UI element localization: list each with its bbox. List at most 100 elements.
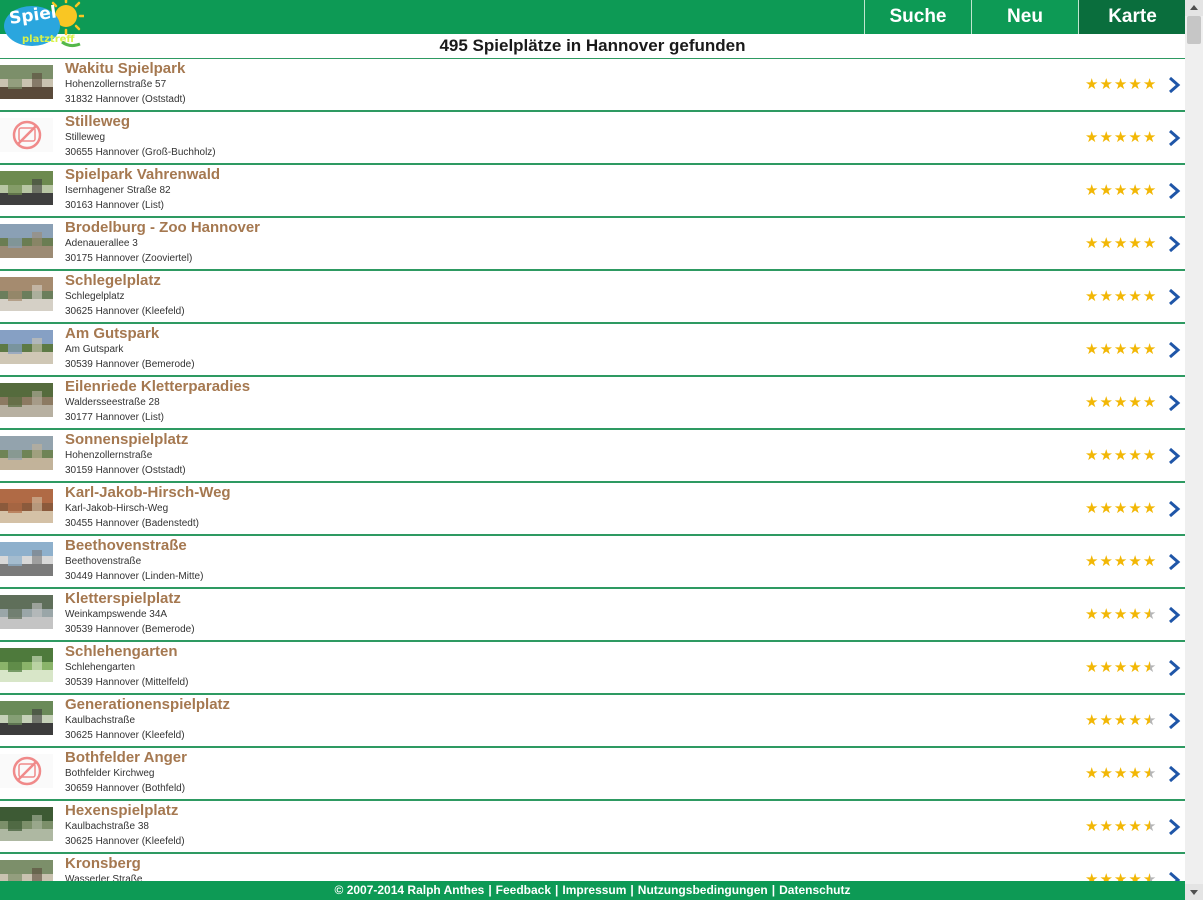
playground-photo xyxy=(0,330,53,364)
star-rating: ★★★★★ xyxy=(1085,605,1157,623)
chevron-right-icon[interactable] xyxy=(1167,181,1181,201)
chevron-right-icon[interactable] xyxy=(1167,605,1181,625)
star-icon: ★ xyxy=(1142,129,1158,146)
star-icon: ★ xyxy=(1128,235,1143,252)
chevron-right-icon[interactable] xyxy=(1167,870,1181,881)
playground-name-link[interactable]: Sonnenspielplatz xyxy=(65,431,188,448)
nav-search-button[interactable]: Suche xyxy=(864,0,971,34)
footer-link-impressum[interactable]: Impressum xyxy=(562,883,626,897)
star-icon: ★ xyxy=(1085,235,1100,252)
playground-photo xyxy=(0,171,53,205)
chevron-right-icon[interactable] xyxy=(1167,552,1181,572)
playground-row[interactable]: Stilleweg Stilleweg 30655 Hannover (Groß-B… xyxy=(0,112,1185,165)
star-icon: ★ xyxy=(1099,871,1114,881)
star-icon: ★ xyxy=(1143,871,1157,881)
star-icon: ★ xyxy=(1099,765,1114,782)
playground-city: 30625 Hannover (Kleefeld) xyxy=(65,836,185,847)
playground-row[interactable]: Hexenspielplatz Kaulbachstraße 38 30625 Ha… xyxy=(0,801,1185,854)
chevron-right-icon[interactable] xyxy=(1167,287,1181,307)
playground-row[interactable]: Schlegelplatz Schlegelplatz 30625 Hannover… xyxy=(0,271,1185,324)
playground-row[interactable]: Generationenspielplatz Kaulbachstraße 3062… xyxy=(0,695,1185,748)
playground-row[interactable]: Bothfelder Anger Bothfelder Kirchweg 30659… xyxy=(0,748,1185,801)
scroll-down-arrow-icon[interactable] xyxy=(1185,884,1203,900)
star-icon: ★ xyxy=(1085,394,1100,411)
star-icon: ★ xyxy=(1085,765,1100,782)
playground-name-link[interactable]: Karl-Jakob-Hirsch-Weg xyxy=(65,484,231,501)
star-icon: ★ xyxy=(1142,182,1158,199)
star-rating: ★★★★★ xyxy=(1085,711,1157,729)
playground-name-link[interactable]: Kronsberg xyxy=(65,855,141,872)
playground-photo xyxy=(0,595,53,629)
star-icon: ★ xyxy=(1085,288,1100,305)
star-rating: ★★★★★ xyxy=(1085,340,1157,358)
playground-row[interactable]: Schlehengarten Schlehengarten 30539 Hannov… xyxy=(0,642,1185,695)
chevron-right-icon[interactable] xyxy=(1167,817,1181,837)
playground-name-link[interactable]: Bothfelder Anger xyxy=(65,749,187,766)
playground-row[interactable]: Eilenriede Kletterparadies Waldersseestra… xyxy=(0,377,1185,430)
star-icon: ★ xyxy=(1113,659,1129,676)
chevron-right-icon[interactable] xyxy=(1167,340,1181,360)
top-nav-bar: Suche Neu Karte xyxy=(0,0,1186,34)
star-icon: ★ xyxy=(1142,447,1158,464)
chevron-right-icon[interactable] xyxy=(1167,234,1181,254)
playground-name-link[interactable]: Beethovenstraße xyxy=(65,537,187,554)
playground-name-link[interactable]: Generationenspielplatz xyxy=(65,696,230,713)
playground-row[interactable]: Am Gutspark Am Gutspark 30539 Hannover (Be… xyxy=(0,324,1185,377)
playground-list: Wakitu Spielpark Hohenzollernstraße 57 318… xyxy=(0,59,1185,881)
chevron-right-icon[interactable] xyxy=(1167,764,1181,784)
playground-row[interactable]: Brodelburg - Zoo Hannover Adenauerallee 3… xyxy=(0,218,1185,271)
star-icon: ★ xyxy=(1128,818,1143,835)
star-icon: ★ xyxy=(1085,871,1100,881)
scrollbar-thumb[interactable] xyxy=(1187,16,1201,44)
star-rating: ★★★★★ xyxy=(1085,499,1157,517)
star-icon: ★ xyxy=(1113,606,1129,623)
playground-name-link[interactable]: Eilenriede Kletterparadies xyxy=(65,378,250,395)
star-rating: ★★★★★ xyxy=(1085,393,1157,411)
playground-row[interactable]: Karl-Jakob-Hirsch-Weg Karl-Jakob-Hirsch-W… xyxy=(0,483,1185,536)
star-icon: ★ xyxy=(1085,818,1100,835)
playground-name-link[interactable]: Am Gutspark xyxy=(65,325,159,342)
star-rating: ★★★★★ xyxy=(1085,128,1157,146)
playground-row[interactable]: Wakitu Spielpark Hohenzollernstraße 57 318… xyxy=(0,59,1185,112)
star-rating: ★★★★★ xyxy=(1085,552,1157,570)
chevron-right-icon[interactable] xyxy=(1167,393,1181,413)
star-icon: ★ xyxy=(1113,818,1129,835)
playground-city: 30625 Hannover (Kleefeld) xyxy=(65,730,185,741)
playground-row[interactable]: Beethovenstraße Beethovenstraße 30449 Hann… xyxy=(0,536,1185,589)
chevron-right-icon[interactable] xyxy=(1167,75,1181,95)
playground-row[interactable]: Sonnenspielplatz Hohenzollernstraße 30159 … xyxy=(0,430,1185,483)
playground-name-link[interactable]: Spielpark Vahrenwald xyxy=(65,166,220,183)
star-icon: ★ xyxy=(1099,500,1114,517)
chevron-right-icon[interactable] xyxy=(1167,658,1181,678)
site-logo[interactable]: Spiel platztreff xyxy=(2,0,86,52)
vertical-scrollbar[interactable] xyxy=(1185,0,1203,900)
playground-name-link[interactable]: Stilleweg xyxy=(65,113,130,130)
no-photo-icon xyxy=(0,118,53,152)
nav-new-button[interactable]: Neu xyxy=(971,0,1078,34)
playground-city: 30449 Hannover (Linden-Mitte) xyxy=(65,571,204,582)
star-icon: ★ xyxy=(1085,182,1100,199)
playground-street: Schlegelplatz xyxy=(65,291,125,302)
star-rating: ★★★★★ xyxy=(1085,287,1157,305)
playground-row[interactable]: Kletterspielplatz Weinkampswende 34A 30539… xyxy=(0,589,1185,642)
chevron-right-icon[interactable] xyxy=(1167,711,1181,731)
playground-name-link[interactable]: Brodelburg - Zoo Hannover xyxy=(65,219,260,236)
nav-map-button[interactable]: Karte xyxy=(1078,0,1186,34)
footer-link-terms[interactable]: Nutzungsbedingungen xyxy=(638,883,768,897)
playground-name-link[interactable]: Kletterspielplatz xyxy=(65,590,181,607)
star-icon: ★ xyxy=(1085,447,1100,464)
playground-row[interactable]: Kronsberg Wasserler Straße ★★★★★ xyxy=(0,854,1185,881)
chevron-right-icon[interactable] xyxy=(1167,499,1181,519)
chevron-right-icon[interactable] xyxy=(1167,446,1181,466)
playground-name-link[interactable]: Hexenspielplatz xyxy=(65,802,178,819)
star-icon: ★ xyxy=(1128,341,1143,358)
playground-name-link[interactable]: Schlehengarten xyxy=(65,643,178,660)
chevron-right-icon[interactable] xyxy=(1167,128,1181,148)
playground-row[interactable]: Spielpark Vahrenwald Isernhagener Straße … xyxy=(0,165,1185,218)
playground-name-link[interactable]: Schlegelplatz xyxy=(65,272,161,289)
footer-link-privacy[interactable]: Datenschutz xyxy=(779,883,850,897)
playground-name-link[interactable]: Wakitu Spielpark xyxy=(65,60,185,77)
scroll-up-arrow-icon[interactable] xyxy=(1185,0,1203,16)
playground-city: 30655 Hannover (Groß-Buchholz) xyxy=(65,147,216,158)
footer-link-feedback[interactable]: Feedback xyxy=(496,883,551,897)
